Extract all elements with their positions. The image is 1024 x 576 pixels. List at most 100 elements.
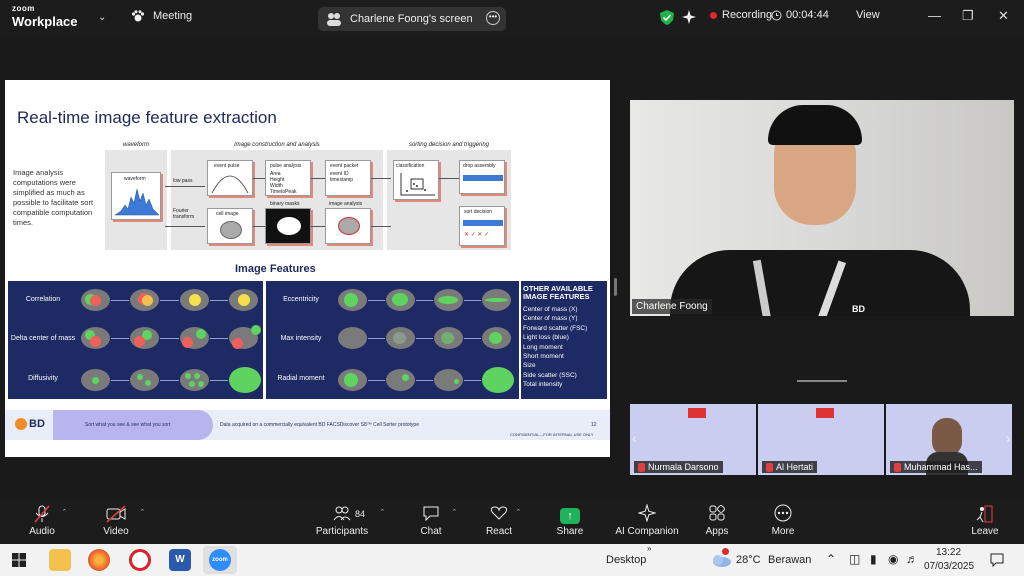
meeting-menu[interactable]: Meeting: [131, 10, 192, 22]
weather-desc[interactable]: Berawan: [768, 554, 811, 566]
participant-name: Nurmala Darsono: [648, 461, 719, 472]
chat-button[interactable]: Chat: [414, 504, 448, 537]
mic-tray-icon[interactable]: ▮: [870, 552, 877, 566]
apps-button[interactable]: Apps: [700, 504, 734, 537]
more-label: More: [771, 526, 795, 537]
other-feature-item: Center of mass (X): [523, 306, 578, 313]
splitter-handle[interactable]: [614, 278, 617, 296]
clock-time[interactable]: 13:22: [936, 547, 961, 558]
windows-start-icon[interactable]: [12, 553, 26, 567]
participant-thumbnail[interactable]: Nurmala Darsono: [630, 404, 756, 475]
video-button[interactable]: Video: [96, 504, 136, 537]
firefox-icon[interactable]: [88, 549, 110, 571]
chevron-up-icon[interactable]: ˆ: [63, 508, 66, 518]
recording-label: Recording: [722, 9, 773, 21]
share-banner-label: Charlene Foong's screen: [350, 13, 473, 25]
cell-thumbnail: [220, 221, 242, 239]
waveform-label: waveform: [124, 176, 146, 182]
wifi-icon[interactable]: ◉: [888, 552, 898, 566]
more-button[interactable]: More: [764, 504, 802, 537]
meeting-timer: 00:04:44: [771, 9, 829, 21]
cell-image: [229, 325, 261, 349]
recording-indicator[interactable]: Recording: [710, 9, 772, 21]
chevron-right-icon[interactable]: »: [647, 544, 651, 553]
chevron-left-icon[interactable]: ‹: [632, 430, 637, 446]
analysis-thumbnail: [338, 217, 360, 235]
leave-button[interactable]: Leave: [966, 504, 1004, 537]
notification-icon[interactable]: [990, 553, 1004, 567]
tray-app-icon[interactable]: ◫: [849, 552, 860, 566]
react-label: React: [485, 526, 513, 537]
opera-icon[interactable]: [129, 549, 151, 571]
weather-cloud-icon[interactable]: [710, 552, 732, 568]
classification-box: classification: [393, 160, 439, 200]
chevron-right-icon[interactable]: ›: [1006, 430, 1011, 446]
chevron-up-icon[interactable]: ⌃: [826, 552, 836, 566]
other-feature-item: Side scatter (SSC): [523, 371, 577, 379]
audio-button[interactable]: Audio: [22, 504, 62, 537]
chevron-up-icon[interactable]: ˆ: [381, 508, 384, 518]
desktop-label[interactable]: Desktop: [606, 554, 646, 566]
file-explorer-icon[interactable]: [49, 549, 71, 571]
chevron-down-icon[interactable]: ⌄: [98, 12, 106, 23]
sparkle-icon[interactable]: [682, 10, 697, 25]
arrow: [416, 300, 433, 301]
weather-badge: [722, 548, 729, 555]
feature-label: Delta center of mass: [10, 335, 76, 342]
volume-icon[interactable]: ♬: [906, 552, 918, 566]
cell-image: [338, 369, 367, 391]
people-icon: [327, 13, 341, 26]
banner-logo: [688, 408, 706, 418]
ai-companion-button[interactable]: AI Companion: [611, 503, 683, 537]
record-dot-icon: [710, 11, 717, 19]
other-feature-item: Center of mass (Y): [523, 315, 578, 323]
view-menu[interactable]: View: [856, 9, 880, 21]
more-options-icon[interactable]: •••: [486, 11, 500, 25]
react-button[interactable]: React: [481, 504, 517, 537]
drop-strip: [463, 175, 503, 181]
participant-thumbnail[interactable]: Muhammad Has...: [886, 404, 1012, 475]
shield-check-icon[interactable]: [660, 10, 674, 25]
participants-label: Participants: [315, 526, 369, 537]
clock-date[interactable]: 07/03/2025: [924, 561, 974, 572]
event-pulse-box: event pulse: [207, 160, 253, 196]
restore-icon[interactable]: ❐: [962, 8, 974, 24]
screen-share-banner[interactable]: Charlene Foong's screen •••: [318, 7, 506, 31]
arrow: [111, 300, 129, 301]
chevron-up-icon[interactable]: ˆ: [453, 508, 456, 518]
classification-label: classification: [396, 163, 425, 169]
speaker-video[interactable]: BD Charlene Foong: [630, 100, 1014, 316]
muted-mic-icon: [22, 504, 62, 526]
confidential-note: CONFIDENTIAL—FOR INTERNAL USE ONLY: [510, 432, 594, 437]
cell-image: [482, 289, 511, 311]
title-bar: zoom Workplace ⌄ Meeting Charlene Foong'…: [0, 0, 1024, 36]
pulse-curve: [211, 175, 249, 194]
feature-label: Max intensity: [280, 335, 322, 342]
feature-label: Radial moment: [277, 375, 325, 382]
cell-image: [338, 289, 367, 311]
header-sorting: sorting decision and triggering: [408, 142, 490, 148]
cell-image: [434, 289, 463, 311]
chevron-up-icon[interactable]: ˆ: [141, 508, 144, 518]
minimize-icon[interactable]: —: [928, 8, 941, 23]
share-button[interactable]: ↑ Share: [551, 504, 589, 537]
arrow: [160, 380, 179, 381]
arrow: [210, 338, 228, 339]
binary-masks-box: binary masks: [265, 201, 311, 244]
arrow: [368, 380, 385, 381]
arrow: [371, 226, 391, 227]
close-icon[interactable]: ✕: [998, 8, 1009, 24]
word-icon[interactable]: W: [169, 549, 191, 571]
weather-temp[interactable]: 28°C: [736, 554, 761, 566]
chevron-up-icon[interactable]: ˆ: [517, 508, 520, 518]
shared-screen-slide[interactable]: Real-time image feature extraction Image…: [5, 80, 610, 457]
gallery-scroll-indicator[interactable]: [797, 380, 847, 382]
zoom-taskbar-icon[interactable]: zoom: [209, 549, 231, 571]
other-feature-item: Size: [523, 362, 536, 370]
cell-image: [229, 289, 258, 311]
image-features-title: Image Features: [235, 263, 316, 275]
participant-thumbnail[interactable]: Al Hertati: [758, 404, 884, 475]
event-packet-box: event packet event ID timestamp: [325, 160, 371, 196]
page-number: 12: [591, 422, 597, 428]
sparkle-icon: [611, 503, 683, 526]
